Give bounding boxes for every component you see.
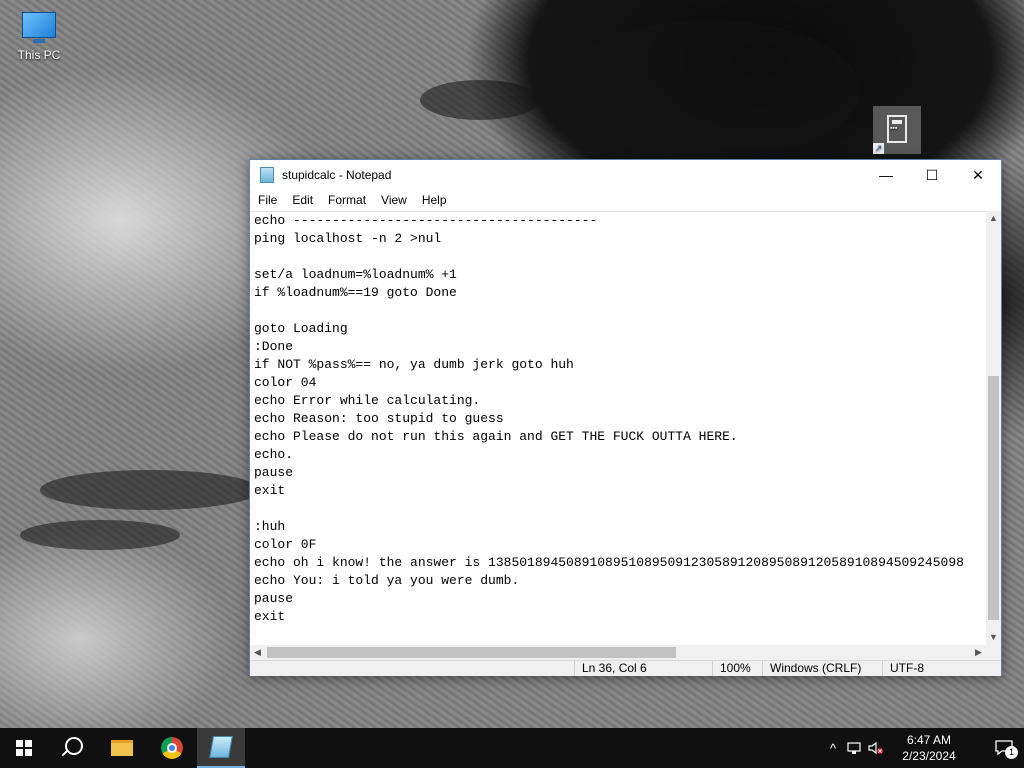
minimize-button[interactable]: — — [863, 160, 909, 190]
system-tray: ^ 6:47 AM 2/23/2024 1 — [824, 728, 1024, 768]
menu-edit[interactable]: Edit — [284, 193, 320, 207]
menu-view[interactable]: View — [373, 193, 414, 207]
editor-line: echo You: i told ya you were dumb. — [254, 573, 520, 588]
notepad-app-icon — [260, 167, 274, 183]
windows-logo-icon — [16, 740, 32, 756]
clock-date: 2/23/2024 — [902, 749, 956, 763]
network-icon[interactable] — [844, 728, 864, 768]
close-button[interactable]: ✕ — [955, 160, 1001, 190]
editor-line: echo Error while calculating. — [254, 393, 481, 408]
notepad-icon — [209, 736, 233, 758]
calculator-shortcut-icon[interactable]: ↗ — [873, 106, 921, 154]
menu-help[interactable]: Help — [414, 193, 454, 207]
calculator-icon — [887, 115, 907, 143]
show-hidden-icons-chevron-icon[interactable]: ^ — [824, 728, 842, 768]
maximize-button[interactable]: ☐ — [909, 160, 955, 190]
scroll-right-arrow-icon[interactable]: ▶ — [971, 645, 986, 660]
menu-file[interactable]: File — [250, 193, 284, 207]
editor-line: exit — [254, 483, 286, 498]
this-pc-desktop-icon[interactable]: This PC — [16, 8, 62, 62]
encoding: UTF-8 — [882, 661, 999, 676]
zoom-level: 100% — [712, 661, 762, 676]
editor-line: echo Please do not run this again and GE… — [254, 429, 738, 444]
start-button[interactable] — [0, 728, 48, 768]
text-editor-area[interactable]: echo -----------------------------------… — [250, 211, 986, 646]
editor-line: set/a loadnum=%loadnum% +1 — [254, 267, 457, 282]
notepad-taskbar-button[interactable] — [197, 728, 245, 768]
search-icon — [65, 737, 83, 755]
clock[interactable]: 6:47 AM 2/23/2024 — [890, 728, 968, 768]
line-ending: Windows (CRLF) — [762, 661, 882, 676]
horizontal-scroll-thumb[interactable] — [267, 647, 676, 658]
editor-line: echo. — [254, 447, 294, 462]
editor-line: color 04 — [254, 375, 317, 390]
editor-line: echo -----------------------------------… — [254, 213, 598, 228]
scroll-down-arrow-icon[interactable]: ▼ — [986, 630, 1001, 645]
menu-format[interactable]: Format — [320, 193, 373, 207]
editor-line: :Done — [254, 339, 294, 354]
notepad-window: stupidcalc - Notepad — ☐ ✕ File Edit For… — [249, 159, 1002, 676]
window-title: stupidcalc - Notepad — [282, 168, 392, 182]
horizontal-scrollbar[interactable]: ◀ ▶ — [250, 645, 986, 660]
chrome-taskbar-button[interactable] — [148, 728, 196, 768]
editor-line: pause — [254, 591, 294, 606]
editor-line: color 0F — [254, 537, 317, 552]
editor-line: ping localhost -n 2 >nul — [254, 231, 442, 246]
volume-muted-icon[interactable] — [866, 728, 886, 768]
editor-line: pause — [254, 465, 294, 480]
computer-icon — [22, 12, 56, 43]
notification-count-badge: 1 — [1005, 746, 1018, 759]
cursor-position: Ln 36, Col 6 — [574, 661, 714, 676]
editor-line: :huh — [254, 519, 286, 534]
scrollbar-corner — [986, 645, 1001, 660]
notification-center-button[interactable]: 1 — [984, 728, 1024, 768]
taskbar: ^ 6:47 AM 2/23/2024 1 — [0, 728, 1024, 768]
shortcut-arrow-icon: ↗ — [873, 143, 884, 154]
editor-line: echo Reason: too stupid to guess — [254, 411, 504, 426]
editor-line: exit — [254, 609, 286, 624]
clock-time: 6:47 AM — [906, 733, 952, 747]
editor-line: if NOT %pass%== no, ya dumb jerk goto hu… — [254, 357, 574, 372]
vertical-scroll-thumb[interactable] — [988, 376, 999, 620]
folder-icon — [111, 740, 133, 756]
editor-line: if %loadnum%==19 goto Done — [254, 285, 457, 300]
vertical-scrollbar[interactable]: ▲ ▼ — [986, 211, 1001, 645]
editor-line: goto Loading — [254, 321, 348, 336]
editor-line: echo oh i know! the answer is 1385018945… — [254, 555, 964, 570]
scroll-up-arrow-icon[interactable]: ▲ — [986, 211, 1001, 226]
this-pc-label: This PC — [17, 48, 61, 62]
status-bar: Ln 36, Col 6 100% Windows (CRLF) UTF-8 — [250, 660, 1001, 676]
search-button[interactable] — [48, 728, 96, 768]
scroll-left-arrow-icon[interactable]: ◀ — [250, 645, 265, 660]
notification-icon: 1 — [995, 740, 1018, 759]
editor-content: echo -----------------------------------… — [250, 212, 986, 626]
menu-bar: File Edit Format View Help — [250, 190, 1001, 210]
file-explorer-taskbar-button[interactable] — [98, 728, 146, 768]
title-bar[interactable]: stupidcalc - Notepad — ☐ ✕ — [250, 160, 1001, 190]
chrome-icon — [161, 737, 183, 759]
